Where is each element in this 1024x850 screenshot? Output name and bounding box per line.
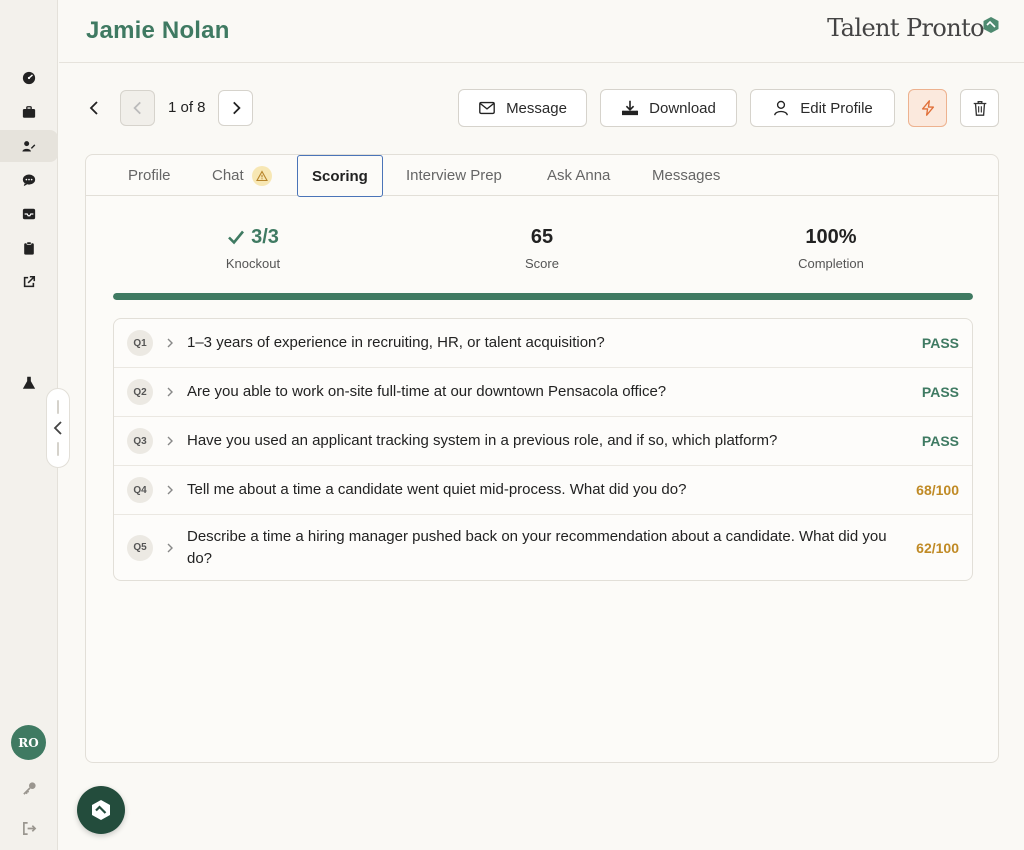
handle-grip-bottom: [57, 442, 59, 456]
chevron-right-icon: [166, 434, 176, 448]
question-row[interactable]: Q5 Describe a time a hiring manager push…: [114, 515, 972, 580]
handle-grip-top: [57, 400, 59, 414]
knockout-stat: 3/3 Knockout: [153, 223, 353, 272]
question-text: 1–3 years of experience in recruiting, H…: [187, 334, 605, 351]
chevron-right-icon: [232, 101, 241, 115]
question-list: Q1 1–3 years of experience in recruiting…: [113, 318, 973, 581]
checkmark-icon: [228, 230, 245, 245]
question-number: Q5: [127, 534, 153, 561]
knockout-label: Knockout: [225, 256, 281, 271]
tab-chat[interactable]: Chat: [212, 155, 272, 196]
chevron-left-icon: [132, 101, 141, 115]
score-stat: 65 Score: [442, 223, 642, 272]
tab-ask-anna[interactable]: Ask Anna: [547, 155, 610, 196]
warning-icon: [251, 165, 272, 186]
user-icon: [774, 100, 789, 116]
lightning-bolt-icon: [921, 100, 934, 116]
message-button[interactable]: Message: [458, 89, 587, 127]
tab-scoring[interactable]: Scoring: [297, 155, 383, 197]
chevron-right-icon: [166, 336, 176, 350]
score-value: 65: [530, 225, 554, 248]
assistant-fab-button[interactable]: [77, 786, 125, 834]
question-result: PASS: [921, 335, 959, 351]
question-result: PASS: [921, 384, 959, 400]
completion-label: Completion: [798, 256, 864, 271]
dashboard-icon[interactable]: [0, 62, 58, 94]
question-text: Have you used an applicant tracking syst…: [187, 432, 778, 449]
candidate-card: Profile Chat Scoring Interview Prep Ask …: [85, 154, 999, 763]
tab-label: Chat: [212, 167, 244, 184]
question-row[interactable]: Q4 Tell me about a time a candidate went…: [114, 466, 972, 515]
assistant-logo-icon: [92, 800, 110, 820]
question-result: 62/100: [916, 539, 959, 556]
tab-label: Profile: [128, 167, 171, 184]
quick-action-button[interactable]: [908, 89, 947, 127]
back-arrow-icon[interactable]: [84, 96, 104, 120]
completion-value: 100%: [805, 225, 857, 248]
page-header: Jamie Nolan Talent Pronto: [59, 0, 1024, 63]
chevron-right-icon: [166, 385, 176, 399]
question-result: 68/100: [916, 482, 959, 498]
sidebar-collapse-handle[interactable]: [46, 388, 70, 468]
completion-progress-bar: [113, 293, 973, 300]
question-number: Q4: [127, 477, 153, 503]
question-text: Tell me about a time a candidate went qu…: [187, 481, 687, 498]
avatar[interactable]: RO: [11, 725, 46, 760]
question-row[interactable]: Q2 Are you able to work on-site full-tim…: [114, 368, 972, 417]
message-label: Message: [506, 99, 567, 117]
trash-icon: [973, 101, 986, 116]
prev-candidate-button[interactable]: [120, 90, 155, 126]
clipboard-icon[interactable]: [0, 232, 58, 264]
chevron-right-icon: [166, 541, 176, 555]
candidates-icon[interactable]: [0, 130, 58, 162]
candidate-name: Jamie Nolan: [86, 17, 230, 44]
score-label: Score: [525, 256, 559, 271]
inbox-icon[interactable]: [0, 198, 58, 230]
chevron-left-icon: [53, 421, 62, 435]
external-link-icon[interactable]: [0, 266, 58, 298]
download-label: Download: [649, 99, 716, 117]
question-number: Q3: [127, 428, 153, 454]
tab-profile[interactable]: Profile: [128, 155, 171, 196]
question-row[interactable]: Q3 Have you used an applicant tracking s…: [114, 417, 972, 466]
key-icon[interactable]: [0, 776, 58, 800]
edit-profile-button[interactable]: Edit Profile: [750, 89, 895, 127]
knockout-value-text: 3/3: [251, 225, 279, 248]
logout-icon[interactable]: [0, 816, 58, 840]
brand-logo: Talent Pronto: [827, 14, 1000, 42]
tab-bar: Profile Chat Scoring Interview Prep Ask …: [86, 155, 998, 197]
question-row[interactable]: Q1 1–3 years of experience in recruiting…: [114, 319, 972, 368]
download-icon: [622, 100, 639, 116]
tab-label: Messages: [652, 167, 721, 184]
question-number: Q2: [127, 379, 153, 405]
knockout-value: 3/3: [153, 223, 353, 251]
logo-mark-icon: [983, 17, 999, 33]
chevron-right-icon: [166, 483, 176, 497]
tab-interview-prep[interactable]: Interview Prep: [406, 155, 502, 196]
chat-icon[interactable]: [0, 164, 58, 196]
question-text: Are you able to work on-site full-time a…: [187, 383, 667, 400]
completion-stat: 100% Completion: [731, 223, 931, 272]
edit-profile-label: Edit Profile: [800, 99, 873, 117]
download-button[interactable]: Download: [600, 89, 737, 127]
logo-text: Talent Pronto: [827, 14, 984, 42]
tab-label: Scoring: [312, 167, 368, 185]
next-candidate-button[interactable]: [218, 90, 253, 126]
question-text: Describe a time a hiring manager pushed …: [187, 527, 887, 567]
tab-messages[interactable]: Messages: [652, 155, 720, 196]
delete-button[interactable]: [960, 89, 999, 127]
question-number: Q1: [127, 330, 153, 356]
progress-fill: [113, 293, 973, 300]
pager-text: 1 of 8: [168, 99, 206, 116]
tab-label: Ask Anna: [547, 167, 611, 184]
tab-label: Interview Prep: [406, 167, 502, 184]
briefcase-icon[interactable]: [0, 96, 58, 128]
mail-icon: [479, 101, 495, 115]
question-result: PASS: [921, 433, 959, 449]
